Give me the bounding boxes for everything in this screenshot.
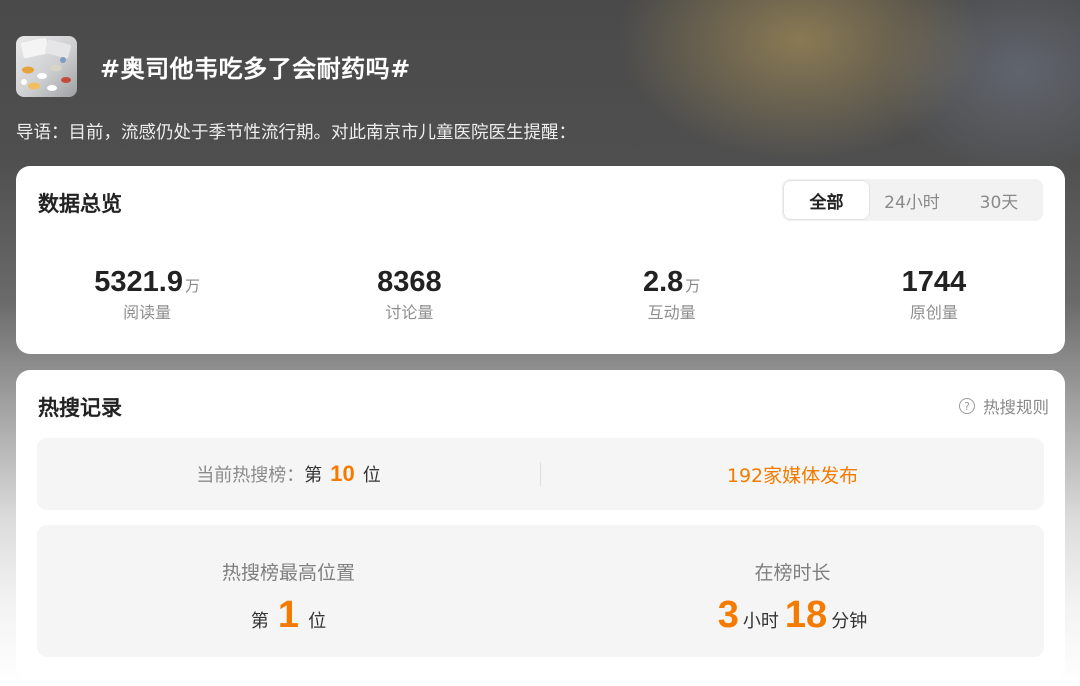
tab-30d[interactable]: 30天	[955, 181, 1043, 219]
peak-rank: 热搜榜最高位置 第 1 位	[37, 525, 540, 657]
on-list-duration: 在榜时长 3 小时 18 分钟	[541, 525, 1044, 657]
current-rank-di: 第	[304, 465, 323, 486]
current-rank-number: 10	[330, 461, 355, 486]
stat-label: 互动量	[647, 303, 696, 322]
topic-title: #奥司他韦吃多了会耐药吗#	[100, 54, 411, 83]
hot-search-card: 热搜记录 ? 热搜规则 当前热搜榜： 第 10 位 192家媒体发布 热搜榜最高…	[16, 370, 1065, 680]
current-rank-prefix: 当前热搜榜：	[196, 465, 305, 486]
rules-label: 热搜规则	[983, 398, 1049, 417]
current-rank: 当前热搜榜： 第 10 位	[37, 438, 540, 510]
hot-search-rules-link[interactable]: ? 热搜规则	[959, 394, 1049, 418]
stat-label: 阅读量	[123, 303, 172, 322]
duration-label: 在榜时长	[754, 562, 831, 584]
stat-label: 原创量	[909, 303, 958, 322]
peak-rank-value: 第 1 位	[37, 595, 540, 635]
stat-value: 8368	[377, 266, 442, 298]
time-range-tabs: 全部 24小时 30天	[782, 179, 1043, 221]
stat-label: 讨论量	[385, 303, 434, 322]
peak-rank-di: 第	[250, 611, 269, 632]
duration-hours: 3	[717, 594, 739, 636]
data-overview-card: 数据总览 全部 24小时 30天 5321.9 万 阅读量 8368 讨论量 2.…	[16, 166, 1065, 354]
stat-interactions: 2.8 万 互动量	[541, 266, 803, 323]
tab-24h[interactable]: 24小时	[869, 181, 955, 219]
duration-minutes: 18	[784, 594, 828, 636]
topic-lead: 导语：目前，流感仍处于季节性流行期。对此南京市儿童医院医生提醒：	[16, 123, 576, 143]
duration-hours-unit: 小时	[742, 611, 779, 632]
topic-thumbnail	[16, 35, 77, 97]
duration-value: 3 小时 18 分钟	[541, 595, 1044, 635]
peak-rank-number: 1	[277, 594, 300, 636]
stat-originals: 1744 原创量	[803, 266, 1065, 323]
tab-all[interactable]: 全部	[784, 181, 869, 219]
overview-title: 数据总览	[38, 192, 122, 216]
peak-duration-panel: 热搜榜最高位置 第 1 位 在榜时长 3 小时 18 分钟	[37, 525, 1044, 657]
stat-value: 2.8	[642, 266, 684, 298]
stat-unit: 万	[184, 277, 200, 295]
hot-search-title: 热搜记录	[38, 396, 122, 420]
current-rank-wei: 位	[362, 465, 381, 486]
peak-rank-wei: 位	[308, 611, 327, 632]
help-circle-icon: ?	[959, 398, 975, 414]
stat-reads: 5321.9 万 阅读量	[16, 266, 278, 323]
stat-unit: 万	[685, 277, 701, 295]
stat-value: 1744	[901, 266, 967, 298]
current-rank-panel: 当前热搜榜： 第 10 位 192家媒体发布	[37, 438, 1044, 510]
stat-discussions: 8368 讨论量	[278, 266, 540, 323]
topic-header: #奥司他韦吃多了会耐药吗#	[16, 35, 411, 97]
stat-value: 5321.9	[94, 266, 183, 298]
duration-minutes-unit: 分钟	[831, 611, 868, 632]
media-count-link[interactable]: 192家媒体发布	[541, 438, 1044, 510]
overview-stats: 5321.9 万 阅读量 8368 讨论量 2.8 万 互动量 1744 原创量	[16, 266, 1065, 323]
peak-rank-label: 热搜榜最高位置	[221, 562, 355, 584]
